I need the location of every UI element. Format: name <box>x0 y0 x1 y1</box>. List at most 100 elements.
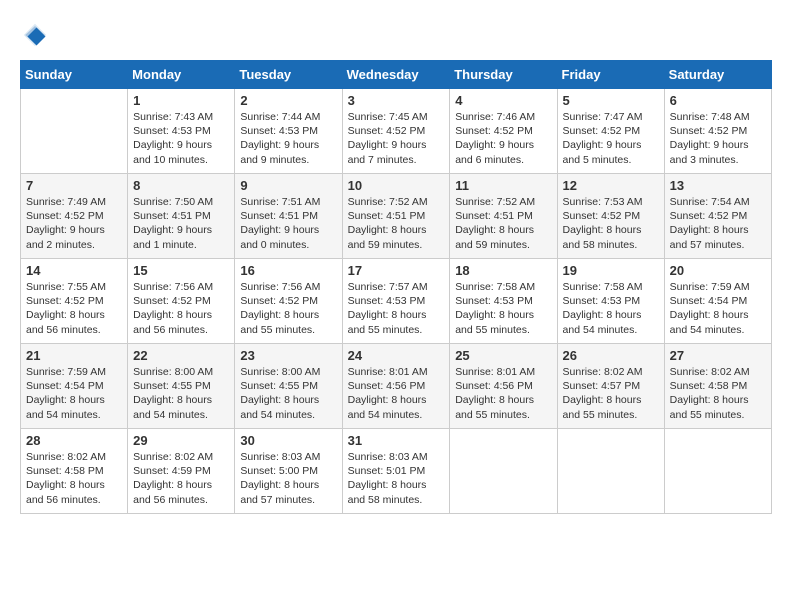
day-number: 29 <box>133 433 229 448</box>
day-info: Sunrise: 7:44 AM Sunset: 4:53 PM Dayligh… <box>240 110 336 167</box>
day-number: 12 <box>563 178 659 193</box>
day-number: 10 <box>348 178 445 193</box>
weekday-header: Tuesday <box>235 61 342 89</box>
day-info: Sunrise: 7:57 AM Sunset: 4:53 PM Dayligh… <box>348 280 445 337</box>
day-number: 5 <box>563 93 659 108</box>
calendar-day-cell: 3 Sunrise: 7:45 AM Sunset: 4:52 PM Daylig… <box>342 89 450 174</box>
day-number: 14 <box>26 263 122 278</box>
day-info: Sunrise: 7:47 AM Sunset: 4:52 PM Dayligh… <box>563 110 659 167</box>
day-info: Sunrise: 7:58 AM Sunset: 4:53 PM Dayligh… <box>455 280 551 337</box>
day-number: 11 <box>455 178 551 193</box>
calendar-day-cell: 22 Sunrise: 8:00 AM Sunset: 4:55 PM Dayli… <box>128 344 235 429</box>
calendar-day-cell: 19 Sunrise: 7:58 AM Sunset: 4:53 PM Dayli… <box>557 259 664 344</box>
day-info: Sunrise: 7:51 AM Sunset: 4:51 PM Dayligh… <box>240 195 336 252</box>
day-number: 19 <box>563 263 659 278</box>
calendar-day-cell: 30 Sunrise: 8:03 AM Sunset: 5:00 PM Dayli… <box>235 429 342 514</box>
day-number: 25 <box>455 348 551 363</box>
day-number: 30 <box>240 433 336 448</box>
day-info: Sunrise: 8:02 AM Sunset: 4:58 PM Dayligh… <box>670 365 766 422</box>
calendar-day-cell <box>557 429 664 514</box>
calendar-day-cell: 1 Sunrise: 7:43 AM Sunset: 4:53 PM Daylig… <box>128 89 235 174</box>
calendar-day-cell <box>450 429 557 514</box>
day-info: Sunrise: 7:56 AM Sunset: 4:52 PM Dayligh… <box>133 280 229 337</box>
calendar-day-cell: 5 Sunrise: 7:47 AM Sunset: 4:52 PM Daylig… <box>557 89 664 174</box>
calendar-day-cell <box>664 429 771 514</box>
day-info: Sunrise: 8:00 AM Sunset: 4:55 PM Dayligh… <box>133 365 229 422</box>
day-number: 15 <box>133 263 229 278</box>
logo-icon <box>20 20 50 50</box>
calendar-day-cell: 16 Sunrise: 7:56 AM Sunset: 4:52 PM Dayli… <box>235 259 342 344</box>
day-info: Sunrise: 8:01 AM Sunset: 4:56 PM Dayligh… <box>348 365 445 422</box>
calendar-day-cell: 8 Sunrise: 7:50 AM Sunset: 4:51 PM Daylig… <box>128 174 235 259</box>
day-number: 22 <box>133 348 229 363</box>
calendar-day-cell: 27 Sunrise: 8:02 AM Sunset: 4:58 PM Dayli… <box>664 344 771 429</box>
calendar-day-cell: 26 Sunrise: 8:02 AM Sunset: 4:57 PM Dayli… <box>557 344 664 429</box>
day-info: Sunrise: 7:53 AM Sunset: 4:52 PM Dayligh… <box>563 195 659 252</box>
day-number: 3 <box>348 93 445 108</box>
day-info: Sunrise: 7:46 AM Sunset: 4:52 PM Dayligh… <box>455 110 551 167</box>
day-number: 21 <box>26 348 122 363</box>
calendar-day-cell: 29 Sunrise: 8:02 AM Sunset: 4:59 PM Dayli… <box>128 429 235 514</box>
weekday-header: Saturday <box>664 61 771 89</box>
calendar-day-cell: 21 Sunrise: 7:59 AM Sunset: 4:54 PM Dayli… <box>21 344 128 429</box>
calendar-day-cell: 23 Sunrise: 8:00 AM Sunset: 4:55 PM Dayli… <box>235 344 342 429</box>
weekday-header: Wednesday <box>342 61 450 89</box>
calendar-week-row: 14Sunrise: 7:55 AM Sunset: 4:52 PM Dayli… <box>21 259 772 344</box>
calendar-day-cell: 2 Sunrise: 7:44 AM Sunset: 4:53 PM Daylig… <box>235 89 342 174</box>
calendar-day-cell: 25 Sunrise: 8:01 AM Sunset: 4:56 PM Dayli… <box>450 344 557 429</box>
day-info: Sunrise: 8:01 AM Sunset: 4:56 PM Dayligh… <box>455 365 551 422</box>
day-number: 1 <box>133 93 229 108</box>
calendar-day-cell: 14Sunrise: 7:55 AM Sunset: 4:52 PM Dayli… <box>21 259 128 344</box>
day-number: 4 <box>455 93 551 108</box>
calendar-day-cell: 6Sunrise: 7:48 AM Sunset: 4:52 PM Daylig… <box>664 89 771 174</box>
calendar-day-cell: 17Sunrise: 7:57 AM Sunset: 4:53 PM Dayli… <box>342 259 450 344</box>
day-number: 2 <box>240 93 336 108</box>
day-info: Sunrise: 8:02 AM Sunset: 4:58 PM Dayligh… <box>26 450 122 507</box>
day-number: 24 <box>348 348 445 363</box>
day-info: Sunrise: 7:59 AM Sunset: 4:54 PM Dayligh… <box>26 365 122 422</box>
calendar-day-cell: 28Sunrise: 8:02 AM Sunset: 4:58 PM Dayli… <box>21 429 128 514</box>
calendar-day-cell: 24 Sunrise: 8:01 AM Sunset: 4:56 PM Dayli… <box>342 344 450 429</box>
calendar-table: SundayMondayTuesdayWednesdayThursdayFrid… <box>20 60 772 514</box>
day-number: 9 <box>240 178 336 193</box>
day-info: Sunrise: 7:48 AM Sunset: 4:52 PM Dayligh… <box>670 110 766 167</box>
logo <box>20 20 54 50</box>
weekday-header: Sunday <box>21 61 128 89</box>
calendar-week-row: 21 Sunrise: 7:59 AM Sunset: 4:54 PM Dayli… <box>21 344 772 429</box>
day-number: 26 <box>563 348 659 363</box>
calendar-day-cell: 15 Sunrise: 7:56 AM Sunset: 4:52 PM Dayli… <box>128 259 235 344</box>
day-number: 27 <box>670 348 766 363</box>
day-info: Sunrise: 7:49 AM Sunset: 4:52 PM Dayligh… <box>26 195 122 252</box>
day-info: Sunrise: 7:52 AM Sunset: 4:51 PM Dayligh… <box>348 195 445 252</box>
calendar-day-cell: 9 Sunrise: 7:51 AM Sunset: 4:51 PM Daylig… <box>235 174 342 259</box>
day-number: 23 <box>240 348 336 363</box>
calendar-day-cell: 18Sunrise: 7:58 AM Sunset: 4:53 PM Dayli… <box>450 259 557 344</box>
day-info: Sunrise: 7:56 AM Sunset: 4:52 PM Dayligh… <box>240 280 336 337</box>
day-info: Sunrise: 7:54 AM Sunset: 4:52 PM Dayligh… <box>670 195 766 252</box>
calendar-day-cell: 13 Sunrise: 7:54 AM Sunset: 4:52 PM Dayli… <box>664 174 771 259</box>
weekday-header: Friday <box>557 61 664 89</box>
calendar-day-cell: 12 Sunrise: 7:53 AM Sunset: 4:52 PM Dayli… <box>557 174 664 259</box>
day-number: 7 <box>26 178 122 193</box>
calendar-day-cell: 20 Sunrise: 7:59 AM Sunset: 4:54 PM Dayli… <box>664 259 771 344</box>
calendar-day-cell: 11Sunrise: 7:52 AM Sunset: 4:51 PM Dayli… <box>450 174 557 259</box>
calendar-week-row: 28Sunrise: 8:02 AM Sunset: 4:58 PM Dayli… <box>21 429 772 514</box>
day-number: 13 <box>670 178 766 193</box>
header <box>20 20 772 50</box>
day-info: Sunrise: 8:00 AM Sunset: 4:55 PM Dayligh… <box>240 365 336 422</box>
day-number: 16 <box>240 263 336 278</box>
day-info: Sunrise: 8:02 AM Sunset: 4:57 PM Dayligh… <box>563 365 659 422</box>
day-info: Sunrise: 7:45 AM Sunset: 4:52 PM Dayligh… <box>348 110 445 167</box>
day-number: 20 <box>670 263 766 278</box>
day-info: Sunrise: 8:02 AM Sunset: 4:59 PM Dayligh… <box>133 450 229 507</box>
calendar-day-cell: 31 Sunrise: 8:03 AM Sunset: 5:01 PM Dayli… <box>342 429 450 514</box>
weekday-header: Monday <box>128 61 235 89</box>
day-info: Sunrise: 8:03 AM Sunset: 5:01 PM Dayligh… <box>348 450 445 507</box>
day-number: 31 <box>348 433 445 448</box>
day-info: Sunrise: 8:03 AM Sunset: 5:00 PM Dayligh… <box>240 450 336 507</box>
day-number: 8 <box>133 178 229 193</box>
day-info: Sunrise: 7:58 AM Sunset: 4:53 PM Dayligh… <box>563 280 659 337</box>
day-info: Sunrise: 7:43 AM Sunset: 4:53 PM Dayligh… <box>133 110 229 167</box>
day-info: Sunrise: 7:59 AM Sunset: 4:54 PM Dayligh… <box>670 280 766 337</box>
day-info: Sunrise: 7:50 AM Sunset: 4:51 PM Dayligh… <box>133 195 229 252</box>
